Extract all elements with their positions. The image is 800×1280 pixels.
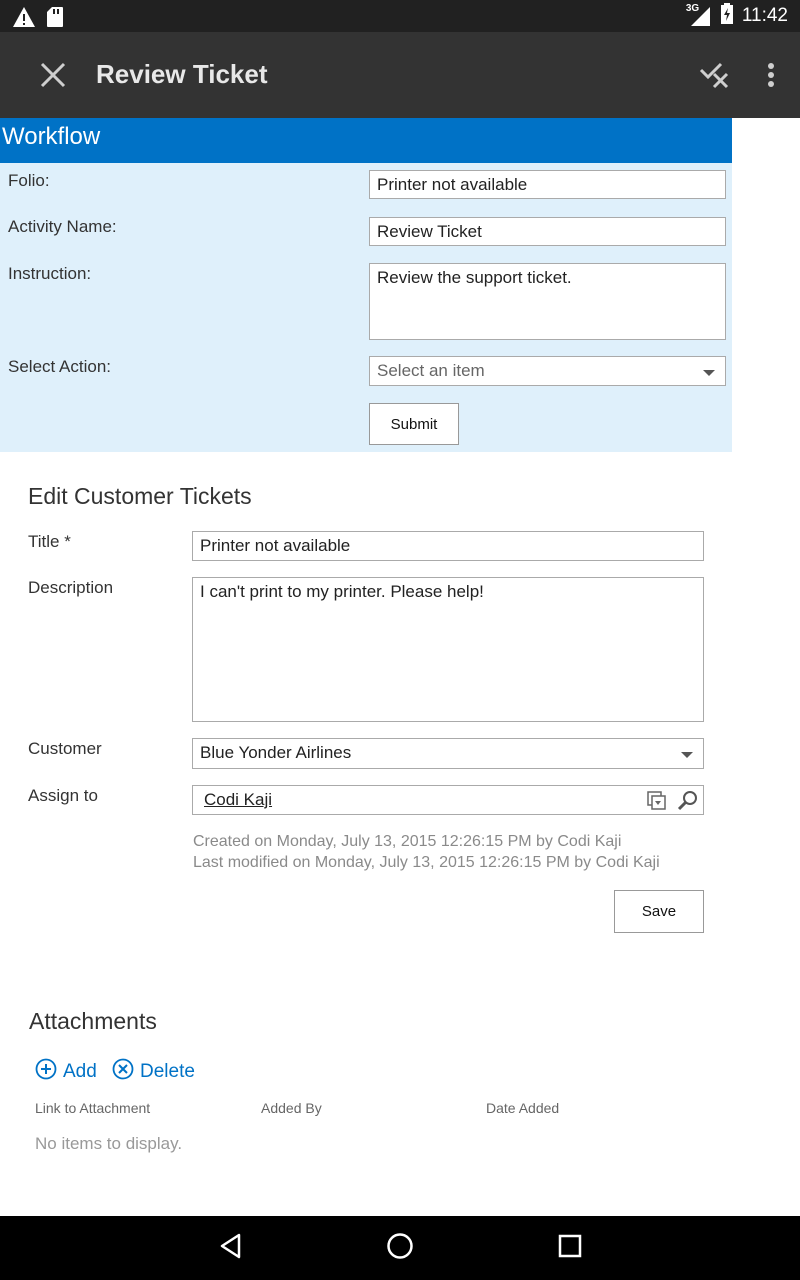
browse-icon[interactable]: [647, 791, 667, 816]
title-field[interactable]: Printer not available: [192, 531, 704, 561]
attachments-title: Attachments: [29, 1008, 157, 1034]
column-header-date-added[interactable]: Date Added: [486, 1100, 559, 1116]
customer-value: Blue Yonder Airlines: [200, 743, 352, 762]
last-modified-text: Last modified on Monday, July 13, 2015 1…: [193, 854, 660, 871]
check-cross-icon: [699, 60, 731, 95]
chevron-down-icon: [703, 370, 715, 376]
battery-icon: [720, 2, 734, 30]
app-bar: Review Ticket: [0, 32, 800, 118]
customer-dropdown[interactable]: Blue Yonder Airlines: [192, 738, 704, 769]
status-time: 11:42: [741, 5, 788, 26]
search-icon[interactable]: [677, 790, 699, 817]
assignee-name[interactable]: Codi Kaji: [204, 790, 272, 809]
folio-field[interactable]: Printer not available: [369, 170, 726, 199]
column-header-link[interactable]: Link to Attachment: [35, 1100, 150, 1116]
edit-form-title: Edit Customer Tickets: [28, 483, 252, 509]
home-button[interactable]: [378, 1228, 422, 1268]
warning-icon: [12, 6, 36, 33]
navigation-bar: [0, 1216, 800, 1280]
description-label: Description: [28, 578, 114, 597]
status-bar: 3G 11:42: [0, 0, 800, 32]
delete-label: Delete: [140, 1061, 195, 1082]
recents-square-icon: [558, 1234, 582, 1263]
sd-card-icon: [46, 6, 64, 33]
description-field[interactable]: I can't print to my printer. Please help…: [192, 577, 704, 722]
assign-to-field[interactable]: Codi Kaji: [192, 785, 704, 815]
chevron-down-icon: [681, 752, 693, 758]
workflow-header: Workflow: [0, 118, 732, 163]
folio-label: Folio:: [8, 171, 50, 190]
delete-attachment-button[interactable]: Delete: [112, 1058, 195, 1086]
back-triangle-icon: [219, 1233, 243, 1264]
empty-list-message: No items to display.: [35, 1134, 183, 1153]
back-button[interactable]: [209, 1228, 253, 1268]
network-type-label: 3G: [685, 3, 700, 14]
select-action-label: Select Action:: [8, 357, 112, 376]
select-action-placeholder: Select an item: [377, 361, 485, 380]
activity-name-field[interactable]: Review Ticket: [369, 217, 726, 246]
title-label: Title *: [28, 532, 71, 551]
page-title: Review Ticket: [96, 59, 268, 89]
complete-task-button[interactable]: [692, 54, 738, 100]
created-on-text: Created on Monday, July 13, 2015 12:26:1…: [193, 833, 622, 850]
recents-button[interactable]: [548, 1228, 592, 1268]
more-vert-icon: [767, 62, 775, 93]
close-icon: [39, 61, 67, 94]
instruction-field[interactable]: Review the support ticket.: [369, 263, 726, 340]
close-button[interactable]: [30, 54, 76, 100]
submit-button[interactable]: Submit: [369, 403, 459, 445]
add-circle-icon: [35, 1058, 57, 1086]
home-circle-icon: [386, 1232, 414, 1265]
activity-name-label: Activity Name:: [8, 217, 117, 236]
column-header-added-by[interactable]: Added By: [261, 1100, 322, 1116]
save-button[interactable]: Save: [614, 890, 704, 933]
delete-circle-icon: [112, 1058, 134, 1086]
cellular-signal-icon: 3G: [685, 3, 712, 27]
overflow-menu-button[interactable]: [748, 54, 794, 100]
add-label: Add: [63, 1061, 97, 1082]
instruction-label: Instruction:: [8, 264, 92, 283]
customer-label: Customer: [28, 739, 102, 758]
add-attachment-button[interactable]: Add: [35, 1058, 97, 1086]
assign-to-label: Assign to: [28, 786, 98, 805]
select-action-dropdown[interactable]: Select an item: [369, 356, 726, 386]
